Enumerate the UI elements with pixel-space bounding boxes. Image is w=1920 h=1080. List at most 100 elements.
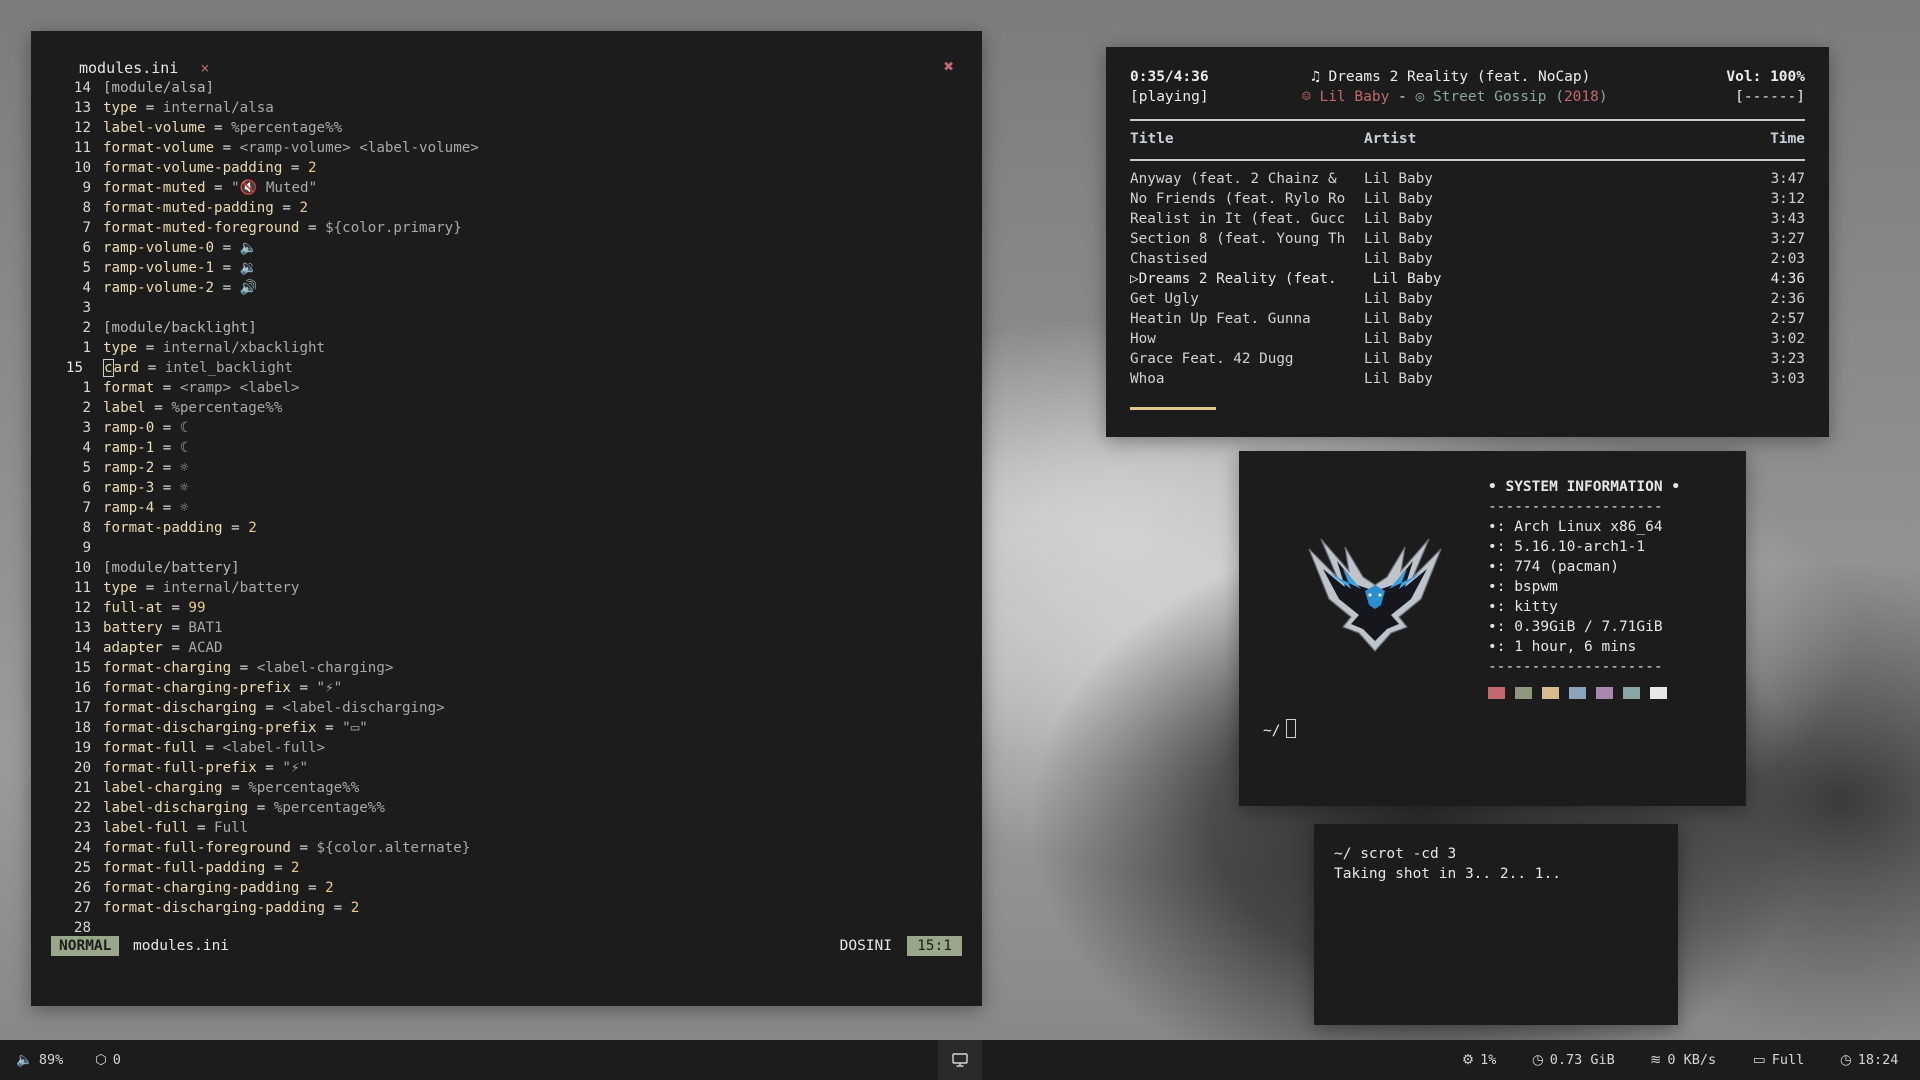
code-line[interactable]: 11 type = internal/battery [69,578,479,598]
shell-prompt[interactable]: ~/ [1263,719,1297,739]
music-player-window[interactable]: 0:35/4:36 [playing] ♫ Dreams 2 Reality (… [1106,47,1829,437]
code-line[interactable]: 7 ramp-4 = ☼ [69,498,479,518]
code-line[interactable]: 12 label-volume = %percentage%% [69,118,479,138]
code-line[interactable]: 25 format-full-padding = 2 [69,858,479,878]
config-value: 2 [248,520,257,536]
code-line[interactable]: 5 ramp-2 = ☼ [69,458,479,478]
line-number: 14 [73,80,91,96]
playlist-row[interactable]: Section 8 (feat. Young Th Lil Baby 3:27 [1130,229,1805,249]
workspace-indicator[interactable] [938,1040,982,1080]
code-line[interactable]: 15 format-charging = <label-charging> [69,658,479,678]
config-key: format-volume [103,140,215,156]
code-line[interactable]: 9 format-muted = "🔇 Muted" [69,178,479,198]
tab-filename[interactable]: modules.ini [79,59,178,77]
cpu-module[interactable]: ⚙ 1% [1462,1040,1496,1080]
progress-bar[interactable] [1130,407,1216,410]
editor-window[interactable]: modules.ini × ✖ 14 [module/alsa] 13 type = i… [31,31,982,1006]
assign-operator: = [214,260,240,276]
editor-buffer[interactable]: 14 [module/alsa] 13 type = internal/alsa 12 l… [66,78,479,938]
line-number: 12 [73,120,91,136]
code-line[interactable]: 8 format-padding = 2 [69,518,479,538]
playlist-row[interactable]: No Friends (feat. Rylo Ro Lil Baby 3:12 [1130,189,1805,209]
track-title: Grace Feat. 42 Dugg [1130,351,1294,367]
assign-operator: = [139,360,165,376]
code-line[interactable]: 23 label-full = Full [69,818,479,838]
code-line[interactable]: 8 format-muted-padding = 2 [69,198,479,218]
color-swatch [1488,687,1505,699]
config-value: "⚡" [282,760,308,776]
code-line[interactable]: 19 format-full = <label-full> [69,738,479,758]
code-line[interactable]: 14 adapter = ACAD [69,638,479,658]
column-time[interactable]: Time [1770,131,1805,147]
code-line[interactable]: 27 format-discharging-padding = 2 [69,898,479,918]
separator-dash: - [1398,89,1407,105]
current-line[interactable]: 15 card = intel_backlight [66,358,479,378]
eagle-logo-icon [1308,538,1442,652]
code-line[interactable]: 6 ramp-3 = ☼ [69,478,479,498]
status-filename: modules.ini [133,938,230,954]
track-artist: Lil Baby [1364,231,1433,247]
neofetch-terminal-window[interactable]: • SYSTEM INFORMATION • -----------------… [1239,451,1746,806]
code-line[interactable]: 4 ramp-1 = ☾ [69,438,479,458]
column-title[interactable]: Title [1130,131,1174,147]
code-line[interactable]: 18 format-discharging-prefix = "▭" [69,718,479,738]
code-line[interactable]: 24 format-full-foreground = ${color.alter… [69,838,479,858]
code-line[interactable]: 3 [69,298,479,318]
updates-module[interactable]: ⬡ 0 [95,1040,121,1080]
album-icon: ◎ [1415,89,1425,105]
memory-module[interactable]: ◷ 0.73 GiB [1532,1040,1615,1080]
assign-operator: = [256,700,283,716]
sysinfo-item: •: bspwm [1488,579,1558,595]
playlist-row[interactable]: Whoa Lil Baby 3:03 [1130,369,1805,389]
assign-operator: = [154,440,180,456]
playlist-row[interactable]: Realist in It (feat. Gucc Lil Baby 3:43 [1130,209,1805,229]
clock-value: 18:24 [1857,1052,1899,1068]
code-line[interactable]: 13 battery = BAT1 [69,618,479,638]
code-line[interactable]: 1 type = internal/xbacklight [69,338,479,358]
playlist-row[interactable]: Anyway (feat. 2 Chainz & Lil Baby 3:47 [1130,169,1805,189]
code-line[interactable]: 22 label-discharging = %percentage%% [69,798,479,818]
volume-bar[interactable]: [------] [1735,89,1805,105]
code-line[interactable]: 5 ramp-volume-1 = 🔉 [69,258,479,278]
playlist-row[interactable]: How Lil Baby 3:02 [1130,329,1805,349]
code-line[interactable]: 16 format-charging-prefix = "⚡" [69,678,479,698]
battery-module[interactable]: ▭ Full [1753,1040,1804,1080]
code-line[interactable]: 3 ramp-0 = ☾ [69,418,479,438]
code-line[interactable]: 14 [module/alsa] [69,78,479,98]
scrot-terminal-window[interactable]: ~/ scrot -cd 3 Taking shot in 3.. 2.. 1.… [1314,824,1678,1025]
code-line[interactable]: 6 ramp-volume-0 = 🔈 [69,238,479,258]
code-line[interactable]: 11 format-volume = <ramp-volume> <label-v… [69,138,479,158]
code-line[interactable]: 1 format = <ramp> <label> [69,378,479,398]
code-line[interactable]: 13 type = internal/alsa [69,98,479,118]
playlist-row-playing[interactable]: ▷Dreams 2 Reality (feat. Lil Baby 4:36 [1130,269,1805,289]
album-name: Street Gossip [1432,89,1547,105]
window-close-button[interactable]: ✖ [944,57,954,77]
code-line[interactable]: 17 format-discharging = <label-dischargin… [69,698,479,718]
code-line[interactable]: 21 label-charging = %percentage%% [69,778,479,798]
playlist-row[interactable]: Heatin Up Feat. Gunna Lil Baby 2:57 [1130,309,1805,329]
code-line[interactable]: 2 label = %percentage%% [69,398,479,418]
config-value: intel_backlight [164,360,293,376]
code-line[interactable]: 4 ramp-volume-2 = 🔊 [69,278,479,298]
code-line[interactable]: 10 format-volume-padding = 2 [69,158,479,178]
code-line[interactable]: 9 [69,538,479,558]
code-line[interactable]: 7 format-muted-foreground = ${color.prima… [69,218,479,238]
code-line[interactable]: 10 [module/battery] [69,558,479,578]
editor-tab[interactable]: modules.ini × [79,59,209,77]
track-title: How [1130,331,1156,347]
code-line[interactable]: 12 full-at = 99 [69,598,479,618]
clock-module[interactable]: ◷ 18:24 [1840,1040,1898,1080]
code-line[interactable]: 2 [module/backlight] [69,318,479,338]
playlist-row[interactable]: Get Ugly Lil Baby 2:36 [1130,289,1805,309]
code-line[interactable]: 28 [69,918,479,938]
code-line[interactable]: 26 format-charging-padding = 2 [69,878,479,898]
sysinfo-item: •: Arch Linux x86_64 [1488,519,1663,535]
header-divider [1130,119,1805,121]
network-module[interactable]: ≋ 0 KB/s [1650,1040,1716,1080]
code-line[interactable]: 20 format-full-prefix = "⚡" [69,758,479,778]
playlist-row[interactable]: Grace Feat. 42 Dugg Lil Baby 3:23 [1130,349,1805,369]
tab-close-icon[interactable]: × [200,59,209,77]
volume-module[interactable]: 🔈 89% [16,1040,63,1080]
column-artist[interactable]: Artist [1364,131,1416,147]
playlist-row[interactable]: Chastised Lil Baby 2:03 [1130,249,1805,269]
